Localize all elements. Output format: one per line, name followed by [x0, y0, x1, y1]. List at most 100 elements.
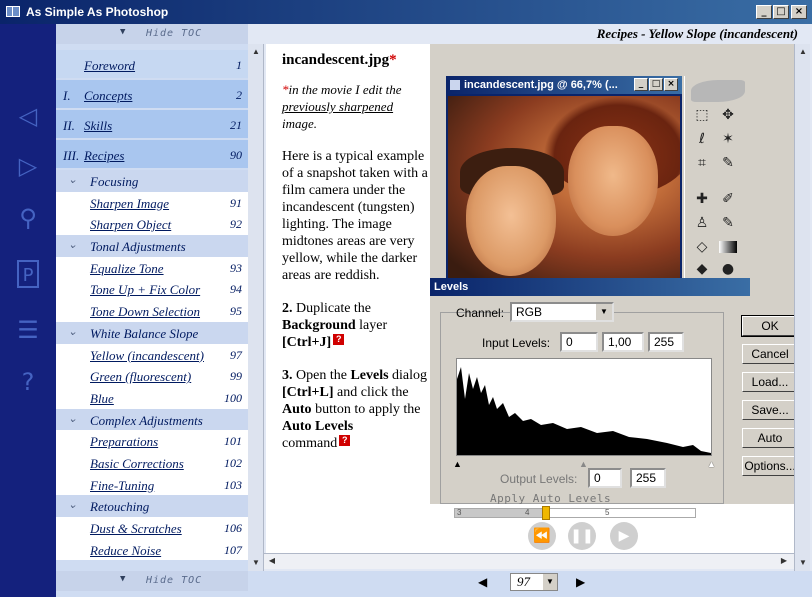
- toc-chapter[interactable]: II. Skills 21: [56, 110, 248, 140]
- toc-link[interactable]: Sharpen Object: [90, 217, 171, 233]
- toc-item[interactable]: Fine-Tuning 103: [56, 473, 248, 496]
- forward-icon[interactable]: ▷: [14, 152, 42, 180]
- toc-link[interactable]: Blue: [90, 391, 114, 407]
- output-black-field[interactable]: 0: [588, 468, 622, 488]
- toc-link[interactable]: Tone Down Selection: [90, 304, 200, 320]
- toc-chapter[interactable]: Foreword 1: [56, 50, 248, 80]
- page-title: Recipes - Yellow Slope (incandescent): [596, 26, 798, 41]
- toc-section[interactable]: ⌄ White Balance Slope: [56, 321, 248, 344]
- page-select[interactable]: 97 ▼: [510, 573, 558, 591]
- toc-link[interactable]: Green (fluorescent): [90, 369, 191, 385]
- toc-item[interactable]: Tone Up + Fix Color 94: [56, 278, 248, 301]
- hide-toc-top[interactable]: ▼ Hide TOC: [56, 24, 248, 44]
- toc-link[interactable]: Sharpen Image: [90, 196, 169, 212]
- toc-item[interactable]: Green (fluorescent) 99: [56, 365, 248, 387]
- next-page-icon[interactable]: ▶: [576, 575, 585, 589]
- player-caption: Apply Auto Levels: [490, 492, 612, 505]
- toc-link[interactable]: Reduce Noise: [90, 543, 161, 559]
- prev-page-icon[interactable]: ◀: [478, 575, 487, 589]
- toc-link[interactable]: Skills: [84, 118, 112, 134]
- scroll-right-icon[interactable]: ▶: [778, 555, 790, 567]
- play-button[interactable]: ▶: [610, 522, 638, 550]
- toc-chapter[interactable]: I. Concepts 2: [56, 80, 248, 110]
- left-scrollbar[interactable]: ▲ ▼: [248, 44, 264, 573]
- toc-section[interactable]: ⌄ Retouching: [56, 495, 248, 517]
- toc-section[interactable]: ⌄ Tonal Adjustments: [56, 235, 248, 257]
- section-label: Retouching: [90, 499, 150, 515]
- toc-link[interactable]: Foreword: [84, 58, 135, 74]
- toc-item[interactable]: Equalize Tone 93: [56, 256, 248, 279]
- timeline-tick: 4: [525, 508, 530, 517]
- input-white-field[interactable]: 255: [648, 332, 684, 352]
- hide-toc-bottom[interactable]: ▼ Hide TOC: [56, 571, 248, 591]
- black-point-slider-icon[interactable]: ▲: [453, 459, 462, 469]
- help-icon[interactable]: ?: [14, 368, 42, 396]
- save-button[interactable]: Save...: [742, 400, 794, 420]
- load-button[interactable]: Load...: [742, 372, 794, 392]
- scroll-left-icon[interactable]: ◀: [266, 555, 278, 567]
- toc-link[interactable]: Preparations: [90, 434, 158, 450]
- page-number: 106: [224, 521, 242, 535]
- close-button[interactable]: ×: [791, 5, 807, 19]
- input-black-field[interactable]: 0: [560, 332, 598, 352]
- toc-item[interactable]: Dust & Scratches 106: [56, 517, 248, 539]
- shortcut-help-icon[interactable]: ?: [333, 334, 345, 345]
- image-icon: [450, 80, 460, 90]
- toc-item[interactable]: Yellow (incandescent) 97: [56, 343, 248, 366]
- print-icon[interactable]: P: [17, 260, 39, 288]
- maximize-button[interactable]: □: [773, 5, 789, 19]
- bookmarks-icon[interactable]: ☰: [14, 316, 42, 344]
- toc-item[interactable]: Reduce Noise 107: [56, 538, 248, 561]
- timeline-thumb[interactable]: [542, 506, 551, 520]
- toc-section[interactable]: ⌄ Focusing: [56, 170, 248, 192]
- rewind-button[interactable]: ⏪: [528, 522, 556, 550]
- input-gamma-field[interactable]: 1,00: [602, 332, 644, 352]
- toc-item[interactable]: Sharpen Object 92: [56, 213, 248, 236]
- toc-item[interactable]: Tone Down Selection 95: [56, 300, 248, 322]
- horizontal-scrollbar[interactable]: ◀ ▶: [264, 553, 794, 569]
- pause-button[interactable]: ❚❚: [568, 522, 596, 550]
- toc-chapter[interactable]: III. Recipes 90: [56, 140, 248, 170]
- back-icon[interactable]: ◁: [14, 102, 42, 130]
- white-point-slider-icon[interactable]: ▲: [707, 459, 716, 469]
- chevron-down-icon: ⌄: [68, 412, 78, 425]
- page-number: 99: [230, 369, 242, 384]
- crop-tool-icon: ⌗: [698, 155, 706, 171]
- player-timeline[interactable]: 3 4 5: [454, 506, 696, 520]
- page-number: 2: [236, 88, 242, 102]
- command-help-icon[interactable]: ?: [339, 435, 351, 446]
- toc-link[interactable]: Yellow (incandescent): [90, 348, 204, 364]
- toc-item[interactable]: Blue 100: [56, 386, 248, 409]
- ok-button[interactable]: OK: [741, 315, 794, 337]
- table-of-contents: ▼ Hide TOC Foreword 1 I. Concepts 2 II. Skills…: [56, 24, 248, 597]
- minimize-button[interactable]: _: [756, 5, 772, 19]
- right-scrollbar[interactable]: ▲ ▼: [794, 44, 810, 573]
- toc-link[interactable]: Fine-Tuning: [90, 478, 154, 494]
- toc-link[interactable]: Recipes: [84, 148, 124, 164]
- toc-item[interactable]: Sharpen Image 91: [56, 191, 248, 214]
- auto-button[interactable]: Auto: [742, 428, 794, 448]
- toc-item[interactable]: Preparations 101: [56, 430, 248, 452]
- gamma-slider-icon[interactable]: ▲: [579, 459, 588, 469]
- toc-link[interactable]: Basic Corrections: [90, 456, 184, 472]
- search-icon[interactable]: ⚲: [14, 204, 42, 232]
- edit-note: *in the movie I edit the previously shar…: [282, 82, 402, 131]
- output-white-field[interactable]: 255: [630, 468, 666, 488]
- toc-item[interactable]: Basic Corrections 102: [56, 451, 248, 474]
- cancel-button[interactable]: Cancel: [742, 344, 794, 364]
- toc-link[interactable]: Tone Up + Fix Color: [90, 282, 200, 298]
- toc-link[interactable]: Concepts: [84, 88, 132, 104]
- chapter-number: III.: [63, 148, 80, 163]
- options-button[interactable]: Options...: [742, 456, 794, 476]
- scroll-down-icon[interactable]: ▼: [797, 557, 809, 569]
- scroll-up-icon[interactable]: ▲: [250, 46, 262, 58]
- previously-sharpened-link[interactable]: previously sharpened: [282, 99, 393, 114]
- toc-section[interactable]: ⌄ Complex Adjustments: [56, 408, 248, 431]
- page-number: 95: [230, 304, 242, 319]
- toc-link[interactable]: Dust & Scratches: [90, 521, 182, 537]
- channel-select[interactable]: RGB ▼: [510, 302, 614, 322]
- levels-titlebar: Levels: [430, 278, 750, 296]
- toc-link[interactable]: Equalize Tone: [90, 261, 164, 277]
- scroll-down-icon[interactable]: ▼: [250, 557, 262, 569]
- scroll-up-icon[interactable]: ▲: [797, 46, 809, 58]
